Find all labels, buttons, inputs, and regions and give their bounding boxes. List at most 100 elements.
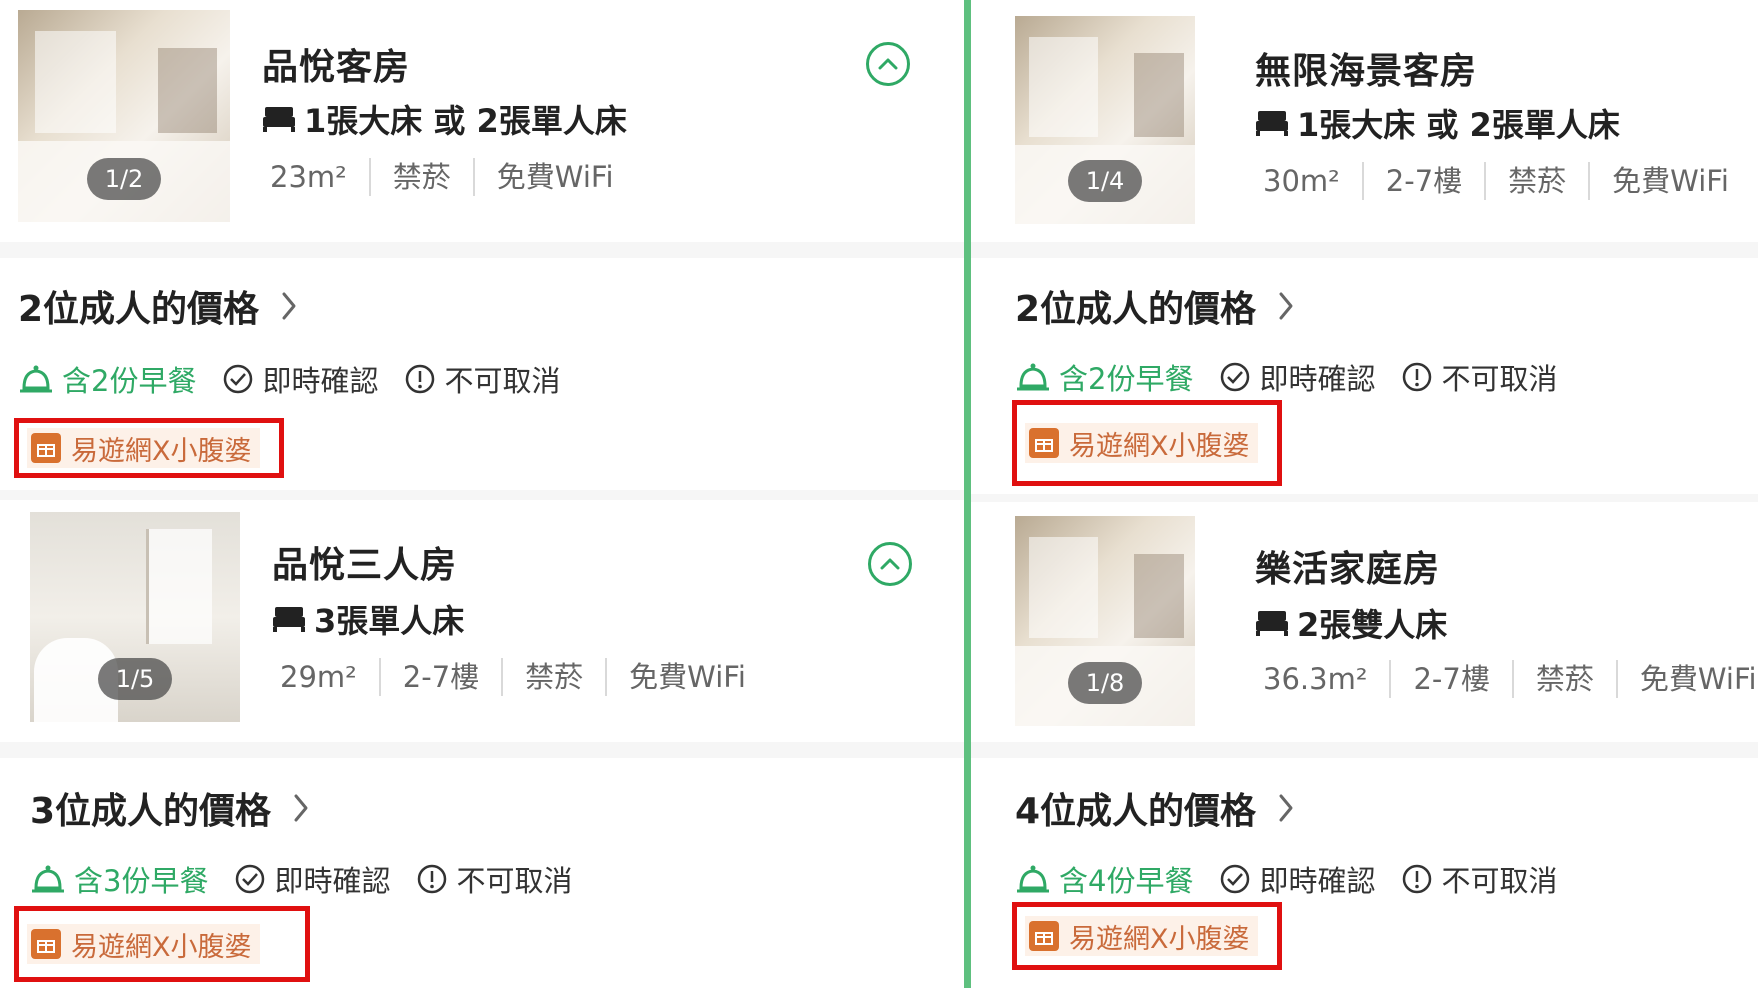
section-divider xyxy=(971,494,1758,502)
section-divider xyxy=(971,242,1758,258)
info-circle-icon xyxy=(1403,362,1432,392)
room-size: 30m² xyxy=(1263,164,1340,198)
photo-counter: 1/8 xyxy=(1068,662,1142,704)
non-refundable-feature: 不可取消 xyxy=(416,858,572,900)
check-circle-icon xyxy=(1221,362,1250,392)
cancel-text: 不可取消 xyxy=(1441,362,1558,396)
breakfast-text: 含3份早餐 xyxy=(74,864,209,898)
floor-range: 2-7樓 xyxy=(378,658,501,696)
room-size: 36.3m² xyxy=(1263,662,1368,696)
bed-text: 1張大床 或 2張單人床 xyxy=(304,102,627,140)
check-circle-icon xyxy=(224,364,253,394)
bed-icon xyxy=(1256,611,1288,636)
price-features: 含4份早餐 即時確認 不可取消 xyxy=(1015,858,1583,900)
price-title-text: 2位成人的價格 xyxy=(18,289,260,330)
left-room-column: 1/2 品悅客房 1張大床 或 2張單人床 23m² 禁菸 免費WiFi 2位成… xyxy=(0,0,964,988)
room-specs: 36.3m² 2-7樓 禁菸 免費WiFi xyxy=(1263,660,1758,698)
bell-icon xyxy=(1017,363,1049,391)
bed-text: 1張大床 或 2張單人床 xyxy=(1297,106,1620,144)
wifi-info: 免費WiFi xyxy=(472,158,636,196)
room-photo[interactable]: 1/5 xyxy=(30,512,240,722)
gift-icon xyxy=(1029,921,1059,951)
price-features: 含3份早餐 即時確認 不可取消 xyxy=(30,858,598,900)
wifi-info: 免費WiFi xyxy=(605,658,768,696)
room-name[interactable]: 品悅客房 xyxy=(262,38,410,90)
price-features: 含2份早餐 即時確認 不可取消 xyxy=(18,358,586,400)
bed-icon xyxy=(273,607,305,632)
room-specs: 29m² 2-7樓 禁菸 免費WiFi xyxy=(280,658,768,696)
breakfast-text: 含2份早餐 xyxy=(62,364,197,398)
bell-icon xyxy=(1017,865,1049,893)
instant-confirm-feature: 即時確認 xyxy=(1219,356,1375,398)
promo-badge[interactable]: 易遊網X小腹婆 xyxy=(1012,400,1282,486)
promo-badge[interactable]: 易遊網X小腹婆 xyxy=(14,906,310,982)
confirm-text: 即時確認 xyxy=(262,364,379,398)
room-photo[interactable]: 1/8 xyxy=(1015,516,1195,726)
room-photo[interactable]: 1/4 xyxy=(1015,16,1195,224)
photo-counter: 1/5 xyxy=(98,658,172,700)
promo-badge[interactable]: 易遊網X小腹婆 xyxy=(1012,902,1282,970)
info-circle-icon xyxy=(406,364,435,394)
cancel-text: 不可取消 xyxy=(444,364,561,398)
check-circle-icon xyxy=(1221,864,1250,894)
breakfast-feature: 含4份早餐 xyxy=(1015,858,1193,900)
column-divider xyxy=(964,0,971,988)
price-option-title[interactable]: 4位成人的價格 xyxy=(1015,782,1294,834)
chevron-right-icon xyxy=(282,292,296,320)
gift-icon xyxy=(1029,428,1059,458)
bed-info: 3張單人床 xyxy=(272,596,464,642)
smoking-policy: 禁菸 xyxy=(1511,660,1616,698)
room-photo[interactable]: 1/2 xyxy=(18,10,230,222)
promo-text: 易遊網X小腹婆 xyxy=(71,931,252,963)
photo-counter: 1/4 xyxy=(1068,160,1142,202)
room-name[interactable]: 品悅三人房 xyxy=(272,536,457,588)
bed-icon xyxy=(1256,111,1288,136)
instant-confirm-feature: 即時確認 xyxy=(1219,858,1375,900)
confirm-text: 即時確認 xyxy=(1259,362,1376,396)
promo-text: 易遊網X小腹婆 xyxy=(71,435,252,467)
wifi-info: 免費WiFi xyxy=(1588,162,1751,200)
cancel-text: 不可取消 xyxy=(456,864,573,898)
section-divider xyxy=(0,490,964,500)
promo-text: 易遊網X小腹婆 xyxy=(1069,430,1250,462)
section-divider xyxy=(0,742,964,758)
price-title-text: 4位成人的價格 xyxy=(1015,791,1257,832)
smoking-policy: 禁菸 xyxy=(501,658,605,696)
bed-icon xyxy=(263,107,295,132)
promo-badge[interactable]: 易遊網X小腹婆 xyxy=(14,418,284,478)
price-features: 含2份早餐 即時確認 不可取消 xyxy=(1015,356,1583,398)
right-room-column: 1/4 無限海景客房 1張大床 或 2張單人床 30m² 2-7樓 禁菸 免費W… xyxy=(971,0,1758,988)
gift-icon xyxy=(31,929,61,959)
price-option-title[interactable]: 2位成人的價格 xyxy=(1015,280,1294,332)
bed-text: 2張雙人床 xyxy=(1297,606,1448,644)
price-option-title[interactable]: 2位成人的價格 xyxy=(18,280,297,332)
chevron-up-icon xyxy=(880,558,900,570)
price-title-text: 3位成人的價格 xyxy=(30,791,272,832)
chevron-right-icon xyxy=(1279,292,1293,320)
instant-confirm-feature: 即時確認 xyxy=(234,858,390,900)
wifi-info: 免費WiFi xyxy=(1615,660,1758,698)
room-size: 23m² xyxy=(270,160,347,194)
gift-icon xyxy=(31,433,61,463)
section-divider xyxy=(0,242,964,258)
cancel-text: 不可取消 xyxy=(1441,864,1558,898)
non-refundable-feature: 不可取消 xyxy=(404,358,560,400)
smoking-policy: 禁菸 xyxy=(368,158,473,196)
room-name[interactable]: 無限海景客房 xyxy=(1255,42,1477,94)
bell-icon xyxy=(20,365,52,393)
non-refundable-feature: 不可取消 xyxy=(1401,356,1557,398)
chevron-up-icon xyxy=(878,58,898,70)
price-option-title[interactable]: 3位成人的價格 xyxy=(30,782,309,834)
confirm-text: 即時確認 xyxy=(274,864,391,898)
room-name[interactable]: 樂活家庭房 xyxy=(1255,540,1440,592)
confirm-text: 即時確認 xyxy=(1259,864,1376,898)
chevron-right-icon xyxy=(1279,794,1293,822)
section-divider xyxy=(971,742,1758,758)
collapse-button[interactable] xyxy=(868,542,912,586)
instant-confirm-feature: 即時確認 xyxy=(222,358,378,400)
collapse-button[interactable] xyxy=(866,42,910,86)
floor-range: 2-7樓 xyxy=(1361,162,1484,200)
breakfast-text: 含4份早餐 xyxy=(1059,864,1194,898)
breakfast-feature: 含3份早餐 xyxy=(30,858,208,900)
bed-info: 1張大床 或 2張單人床 xyxy=(262,96,627,142)
